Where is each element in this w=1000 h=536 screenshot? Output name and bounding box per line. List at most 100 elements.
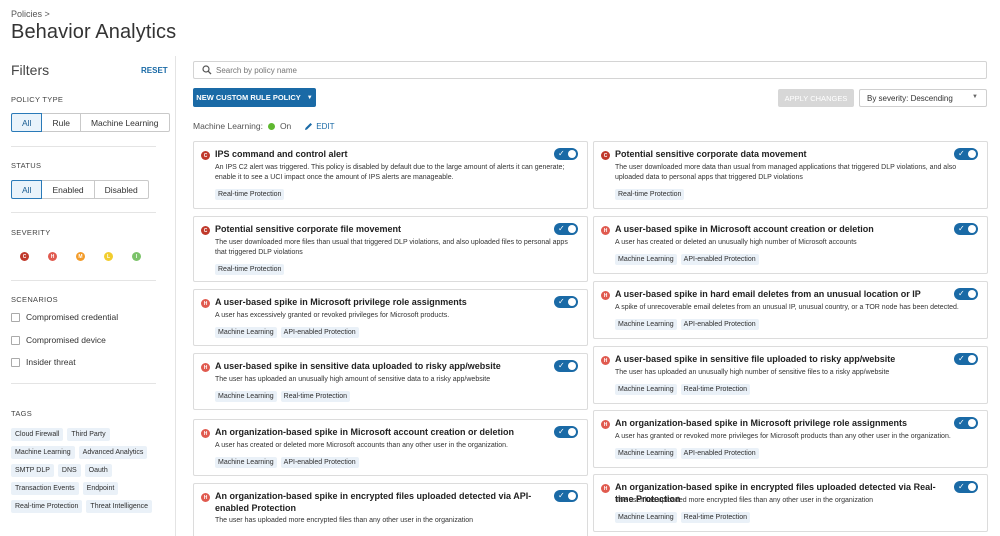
scenario-label: Compromised device (26, 335, 106, 345)
policy-type-ml[interactable]: Machine Learning (80, 113, 170, 132)
policy-description: A user has created or deleted an unusual… (615, 239, 857, 246)
policy-card[interactable]: H A user-based spike in hard email delete… (593, 281, 988, 339)
policy-enable-toggle[interactable]: ✓ (954, 288, 978, 300)
policy-card[interactable]: H A user-based spike in Microsoft privile… (193, 289, 588, 346)
policy-enable-toggle[interactable]: ✓ (954, 353, 978, 365)
status-all[interactable]: All (11, 180, 43, 199)
checkbox[interactable] (11, 312, 20, 322)
policy-card[interactable]: C Potential sensitive corporate data move… (593, 141, 988, 209)
sort-select[interactable]: By severity: Descending ▼ (859, 89, 987, 107)
policy-tag: Real-time Protection (615, 189, 685, 200)
policy-card[interactable]: H An organization-based spike in Microsof… (193, 419, 588, 476)
filter-tag[interactable]: Endpoint (82, 482, 119, 495)
breadcrumb[interactable]: Policies > (11, 9, 50, 19)
policy-tag: Machine Learning (215, 327, 277, 338)
policy-tags: Machine Learning Real-time Protection (215, 391, 351, 402)
policy-type-label: POLICY TYPE (11, 95, 64, 104)
policy-enable-toggle[interactable]: ✓ (554, 296, 578, 308)
filter-tag[interactable]: Transaction Events (11, 482, 79, 495)
policy-enable-toggle[interactable]: ✓ (554, 223, 578, 235)
sort-value: By severity: Descending (867, 93, 953, 103)
policy-card[interactable]: C Potential sensitive corporate file move… (193, 216, 588, 282)
policy-tags: Machine Learning API-enabled Protection (615, 254, 759, 265)
filter-tag[interactable]: Cloud Firewall (11, 428, 64, 441)
check-icon: ✓ (958, 224, 965, 233)
policy-card[interactable]: H An organization-based spike in encrypte… (193, 483, 588, 536)
policy-description: The user has uploaded an unusually high … (615, 369, 890, 376)
severity-i-icon[interactable]: I (132, 252, 141, 261)
status-enabled[interactable]: Enabled (42, 180, 95, 199)
severity-badge-icon: H (201, 363, 210, 372)
check-icon: ✓ (958, 482, 965, 491)
edit-ml-button[interactable]: EDIT (304, 122, 335, 131)
check-icon: ✓ (558, 297, 565, 306)
policy-title: A user-based spike in sensitive data upl… (215, 361, 501, 371)
search-input[interactable] (216, 65, 916, 75)
severity-badge-icon: H (601, 356, 610, 365)
checkbox[interactable] (11, 357, 20, 367)
severity-badge-icon: C (201, 151, 210, 160)
chevron-down-icon: ▼ (972, 94, 978, 100)
policy-title: IPS command and control alert (215, 149, 348, 159)
filter-tag[interactable]: DNS (57, 464, 81, 477)
filter-tag[interactable]: SMTP DLP (11, 464, 54, 477)
search-box[interactable] (193, 61, 987, 79)
scenario-insider-threat[interactable]: Insider threat (11, 357, 76, 367)
policy-card[interactable]: C IPS command and control alert An IPS C2 … (193, 141, 588, 209)
checkbox[interactable] (11, 335, 20, 345)
filter-tag[interactable]: Advanced Analytics (78, 446, 148, 459)
tag-list: Cloud Firewall Third Party Machine Learnin… (11, 428, 161, 513)
policy-enable-toggle[interactable]: ✓ (954, 148, 978, 160)
filter-tag[interactable]: Third Party (67, 428, 110, 441)
policy-title: A user-based spike in Microsoft account … (615, 224, 874, 234)
policy-title: A user-based spike in Microsoft privileg… (215, 297, 467, 307)
severity-filter: CHMLI (20, 252, 141, 261)
policy-card[interactable]: H A user-based spike in sensitive data up… (193, 353, 588, 410)
policy-enable-toggle[interactable]: ✓ (954, 481, 978, 493)
policy-enable-toggle[interactable]: ✓ (554, 490, 578, 502)
severity-c-icon[interactable]: C (20, 252, 29, 261)
policy-enable-toggle[interactable]: ✓ (554, 426, 578, 438)
policy-tags: Machine Learning API-enabled Protection (215, 327, 359, 338)
reset-button[interactable]: RESET (141, 66, 168, 75)
policy-type-rule[interactable]: Rule (42, 113, 81, 132)
policy-type-all[interactable]: All (11, 113, 43, 132)
severity-m-icon[interactable]: M (76, 252, 85, 261)
filter-tag[interactable]: Machine Learning (11, 446, 75, 459)
policy-enable-toggle[interactable]: ✓ (554, 148, 578, 160)
check-icon: ✓ (958, 149, 965, 158)
status-disabled[interactable]: Disabled (94, 180, 149, 199)
search-icon (202, 65, 212, 75)
policy-enable-toggle[interactable]: ✓ (954, 223, 978, 235)
policy-card[interactable]: H A user-based spike in sensitive file up… (593, 346, 988, 404)
check-icon: ✓ (958, 289, 965, 298)
policy-tag: API-enabled Protection (680, 254, 759, 265)
policy-tag: Machine Learning (215, 457, 277, 468)
policy-card[interactable]: H A user-based spike in Microsoft account… (593, 216, 988, 274)
policy-tags: Machine Learning API-enabled Protection (615, 319, 759, 330)
filter-tag[interactable]: Threat Intelligence (86, 500, 153, 513)
policy-tag: API-enabled Protection (680, 448, 759, 459)
apply-changes-button[interactable]: APPLY CHANGES (778, 89, 854, 107)
policy-type-segmented: All Rule Machine Learning (11, 113, 170, 132)
policy-enable-toggle[interactable]: ✓ (954, 417, 978, 429)
policy-enable-toggle[interactable]: ✓ (554, 360, 578, 372)
pencil-icon (305, 122, 313, 130)
severity-h-icon[interactable]: H (48, 252, 57, 261)
filter-tag[interactable]: Real-time Protection (11, 500, 83, 513)
policy-tags: Machine Learning API-enabled Protection (215, 457, 359, 468)
policy-title: Potential sensitive corporate data movem… (615, 149, 807, 159)
policy-description: The user has uploaded more encrypted fil… (215, 517, 473, 524)
filter-tag[interactable]: Oauth (84, 464, 112, 477)
check-icon: ✓ (558, 224, 565, 233)
check-icon: ✓ (558, 491, 565, 500)
policy-card[interactable]: H An organization-based spike in encrypte… (593, 474, 988, 532)
severity-l-icon[interactable]: L (104, 252, 113, 261)
new-custom-rule-button[interactable]: NEW CUSTOM RULE POLICY ▼ (193, 88, 316, 107)
severity-label: SEVERITY (11, 228, 51, 237)
scenario-compromised-credential[interactable]: Compromised credential (11, 312, 118, 322)
scenario-compromised-device[interactable]: Compromised device (11, 335, 106, 345)
policy-tag: API-enabled Protection (280, 457, 359, 468)
policy-card[interactable]: H An organization-based spike in Microsof… (593, 410, 988, 468)
policy-tag: Machine Learning (615, 448, 677, 459)
